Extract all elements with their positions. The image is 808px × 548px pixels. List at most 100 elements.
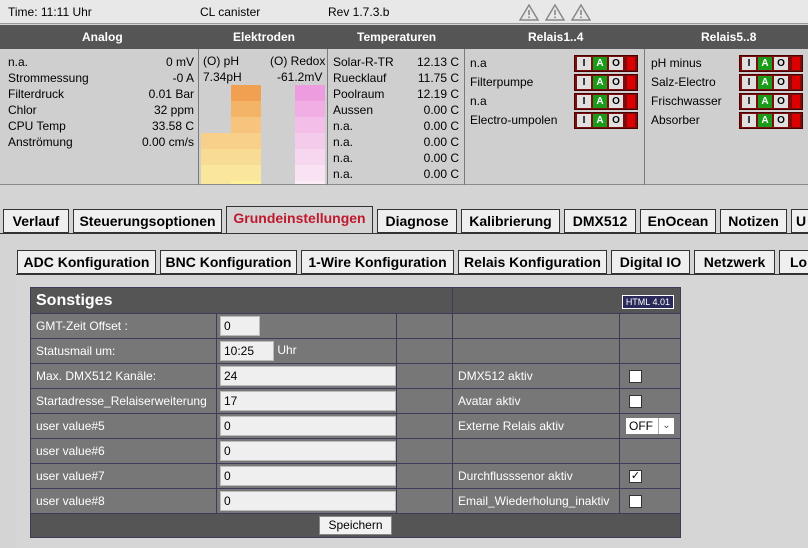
relais-auto-button[interactable]: A (593, 114, 607, 127)
relais-indicator (627, 114, 635, 127)
temp-row: Poolraum 12.19 C (333, 87, 459, 103)
validator-badge[interactable]: HTML 4.01 (621, 294, 674, 309)
tab-dmx512[interactable]: DMX512 (564, 209, 636, 233)
subtab-bnc[interactable]: BNC Konfiguration (160, 250, 297, 274)
user-value-6-input[interactable]: 0 (220, 441, 396, 461)
relais-label: Electro-umpolen (470, 113, 558, 127)
relais-switch-8[interactable]: IAO (739, 112, 803, 129)
statusmail-cell: 10:25 Uhr (216, 338, 397, 364)
user-value-7-label: user value#7 (30, 463, 217, 489)
relais-label: Absorber (651, 113, 700, 127)
relais-off-button[interactable]: I (577, 57, 591, 70)
externe-relais-select[interactable]: OFF ⌄ (625, 417, 675, 435)
relais-off-button[interactable]: I (577, 95, 591, 108)
relais-label: pH minus (651, 56, 702, 70)
relais-on-button[interactable]: O (609, 114, 623, 127)
relais-auto-button[interactable]: A (758, 114, 772, 127)
main-tabs: Verlauf Steuerungsoptionen Grundeinstell… (0, 206, 808, 233)
relais-auto-button[interactable]: A (593, 76, 607, 89)
dmx-kanaele-input[interactable]: 24 (220, 366, 396, 386)
subtab-netzwerk[interactable]: Netzwerk (694, 250, 775, 274)
temp-value: 0.00 C (423, 151, 459, 165)
gmt-offset-input[interactable]: 0 (220, 316, 260, 336)
analog-value: -0 A (172, 71, 194, 85)
relais-off-button[interactable]: I (577, 114, 591, 127)
tab-grundeinstellungen[interactable]: Grundeinstellungen (226, 206, 373, 233)
warning-icon (545, 4, 565, 21)
tab-notizen[interactable]: Notizen (720, 209, 787, 233)
redox-bar-block (295, 149, 325, 165)
ph-bar-block (201, 149, 261, 165)
avatar-checkbox[interactable] (629, 395, 642, 409)
dmx-aktiv-checkbox[interactable] (629, 370, 642, 384)
relais-auto-button[interactable]: A (593, 95, 607, 108)
subtab-adc[interactable]: ADC Konfiguration (17, 250, 156, 274)
tab-verlauf[interactable]: Verlauf (3, 209, 69, 233)
temp-value: 0.00 C (423, 119, 459, 133)
statusmail-unit: Uhr (277, 343, 297, 358)
warning-icon (571, 4, 591, 21)
analog-label: Anströmung (8, 135, 73, 149)
relais-auto-button[interactable]: A (593, 57, 607, 70)
relais-switch-1[interactable]: IAO (574, 55, 638, 72)
relais-indicator (792, 114, 800, 127)
user-value-8-input[interactable]: 0 (220, 491, 396, 511)
relais-off-button[interactable]: I (742, 114, 756, 127)
relais-switch-2[interactable]: IAO (574, 74, 638, 91)
subtab-more[interactable]: Lo (779, 250, 808, 274)
tab-more[interactable]: U (791, 209, 808, 233)
tab-kalibrierung[interactable]: Kalibrierung (461, 209, 560, 233)
subtab-digital-io[interactable]: Digital IO (611, 250, 690, 274)
relais-switch-5[interactable]: IAO (739, 55, 803, 72)
relais-auto-button[interactable]: A (758, 57, 772, 70)
temp-value: 0.00 C (423, 135, 459, 149)
overview-panel: Analog Elektroden Temperaturen Relais1..… (0, 25, 808, 185)
analog-label: Filterdruck (8, 87, 65, 101)
relais-on-button[interactable]: O (774, 57, 788, 70)
avatar-label: Avatar aktiv (452, 388, 620, 414)
user-value-7-input[interactable]: 0 (220, 466, 396, 486)
statusmail-input[interactable]: 10:25 (220, 341, 274, 361)
user-value-5-input[interactable]: 0 (220, 416, 396, 436)
redox-bar-block (295, 133, 325, 149)
relais-switch-4[interactable]: IAO (574, 112, 638, 129)
tab-diagnose[interactable]: Diagnose (377, 209, 457, 233)
relais-auto-button[interactable]: A (758, 76, 772, 89)
relais-indicator (627, 57, 635, 70)
relais-indicator (627, 76, 635, 89)
relais-off-button[interactable]: I (742, 57, 756, 70)
relais-switch-7[interactable]: IAO (739, 93, 803, 110)
save-button[interactable]: Speichern (319, 516, 392, 535)
ph-bar-block (231, 101, 261, 117)
analog-row: CPU Temp 33.58 C (8, 119, 194, 135)
header-temperaturen: Temperaturen (357, 30, 437, 44)
relais-on-button[interactable]: O (609, 95, 623, 108)
temp-row: n.a. 0.00 C (333, 151, 459, 167)
relais-off-button[interactable]: I (742, 95, 756, 108)
relais-on-button[interactable]: O (609, 76, 623, 89)
temp-label: n.a. (333, 119, 354, 133)
relais-switch-6[interactable]: IAO (739, 74, 803, 91)
ph-label: (O) pH (203, 54, 239, 68)
ph-value: 7.34pH (203, 70, 242, 84)
durchfluss-checkbox[interactable]: ✓ (629, 470, 642, 484)
temp-value: 0.00 C (423, 167, 459, 181)
externe-relais-value: OFF (629, 419, 653, 433)
tab-enocean[interactable]: EnOcean (640, 209, 716, 233)
tab-steuerungsoptionen[interactable]: Steuerungsoptionen (73, 209, 222, 233)
relais-on-button[interactable]: O (774, 114, 788, 127)
relais-switch-3[interactable]: IAO (574, 93, 638, 110)
relais-on-button[interactable]: O (774, 95, 788, 108)
subtab-relais[interactable]: Relais Konfiguration (458, 250, 607, 274)
subtab-1wire[interactable]: 1-Wire Konfiguration (301, 250, 454, 274)
time-display: Time: 11:11 Uhr (8, 5, 92, 19)
relais-auto-button[interactable]: A (758, 95, 772, 108)
relais-off-button[interactable]: I (742, 76, 756, 89)
relais-on-button[interactable]: O (774, 76, 788, 89)
startadresse-input[interactable]: 17 (220, 391, 396, 411)
temp-label: n.a. (333, 167, 354, 181)
email-wiederholung-checkbox[interactable] (629, 495, 642, 509)
relais-off-button[interactable]: I (577, 76, 591, 89)
relais-indicator (627, 95, 635, 108)
relais-on-button[interactable]: O (609, 57, 623, 70)
